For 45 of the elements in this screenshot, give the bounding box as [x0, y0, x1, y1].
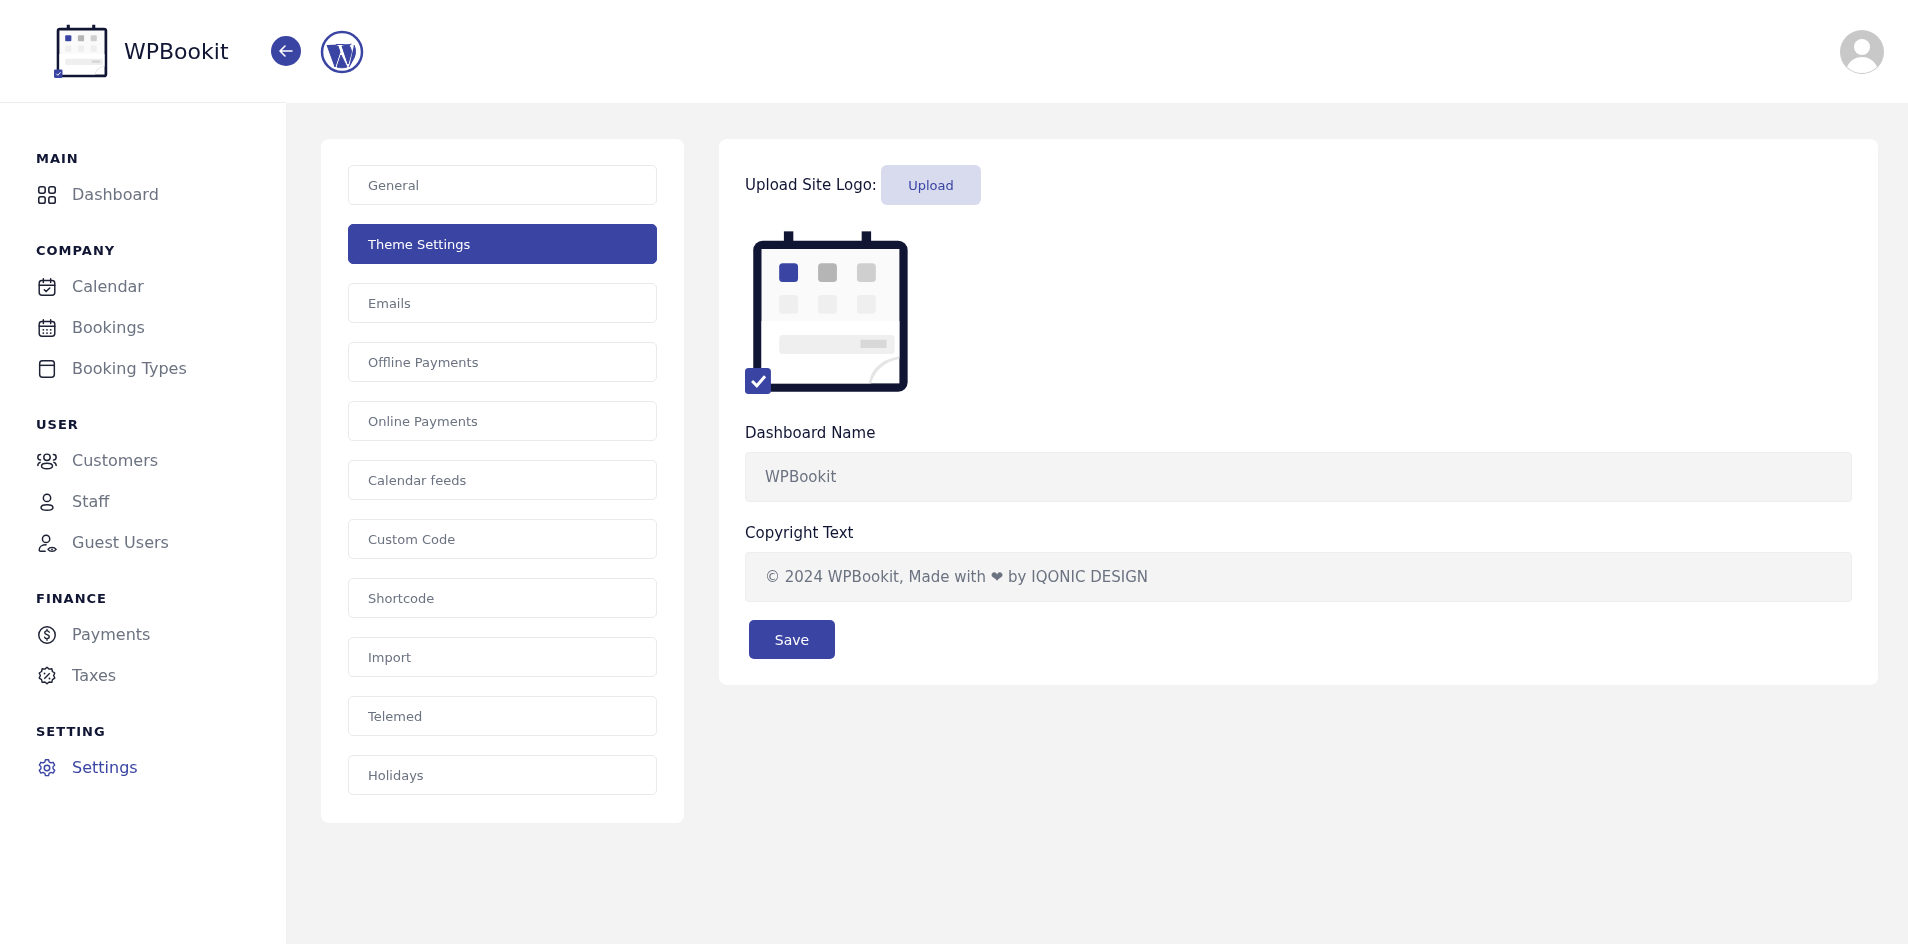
text-field[interactable]: WPBookit — [745, 452, 1852, 502]
sidebar-item[interactable]: Calendar — [36, 266, 144, 307]
settings-tab[interactable]: Theme Settings — [348, 224, 657, 264]
settings-tab[interactable]: Holidays — [348, 755, 657, 795]
settings-tab[interactable]: General — [348, 165, 657, 205]
sidebar-item[interactable]: Bookings — [36, 307, 145, 348]
settings-tab[interactable]: Shortcode — [348, 578, 657, 618]
settings-tab[interactable]: Import — [348, 637, 657, 677]
grid-icon — [36, 183, 58, 206]
sidebar-section-title: SETTING — [36, 724, 107, 739]
brand-name: WPBookit — [124, 38, 229, 64]
text-field[interactable]: © 2024 WPBookit, Made with ❤ by IQONIC DESIGN — [745, 552, 1852, 602]
settings-tab[interactable]: Telemed — [348, 696, 657, 736]
collapse-sidebar-button[interactable] — [271, 36, 301, 66]
save-button[interactable]: Save — [749, 620, 835, 659]
settings-tab[interactable]: Offline Payments — [348, 342, 657, 382]
sidebar-item[interactable]: Customers — [36, 440, 159, 481]
sidebar-item[interactable]: Taxes — [36, 655, 117, 696]
settings-tab[interactable]: Online Payments — [348, 401, 657, 441]
sidebar-item[interactable]: Booking Types — [36, 348, 187, 389]
sidebar-section-title: FINANCE — [36, 591, 108, 606]
calendar-logo-drawing — [54, 24, 108, 78]
settings-tab[interactable]: Calendar feeds — [348, 460, 657, 500]
sidebar-section-title: COMPANY — [36, 243, 117, 258]
upload-logo-label: Upload Site Logo: — [745, 176, 877, 194]
dollar-icon — [36, 623, 58, 646]
arrow-left-icon — [278, 43, 294, 59]
field-label: Copyright Text — [745, 524, 855, 542]
calendar-icon — [36, 357, 58, 380]
settings-icon — [36, 756, 58, 779]
wordpress-logo-icon[interactable] — [320, 29, 364, 74]
sidebar-item[interactable]: Settings — [36, 747, 138, 788]
sidebar-item[interactable]: Guest Users — [36, 522, 169, 563]
sidebar-section-title: USER — [36, 417, 80, 432]
calendar-check-icon — [36, 275, 58, 298]
field-label: Dashboard Name — [745, 424, 877, 442]
upload-button[interactable]: Upload — [880, 165, 981, 205]
sidebar-item[interactable]: Payments — [36, 614, 151, 655]
sidebar-item[interactable]: Dashboard — [36, 174, 159, 215]
percent-badge-icon — [36, 664, 58, 687]
sidebar-item[interactable]: Staff — [36, 481, 110, 522]
sidebar-section-title: MAIN — [36, 151, 80, 166]
settings-tab[interactable]: Emails — [348, 283, 657, 323]
settings-tab[interactable]: Custom Code — [348, 519, 657, 559]
calendar-icon — [36, 316, 58, 339]
